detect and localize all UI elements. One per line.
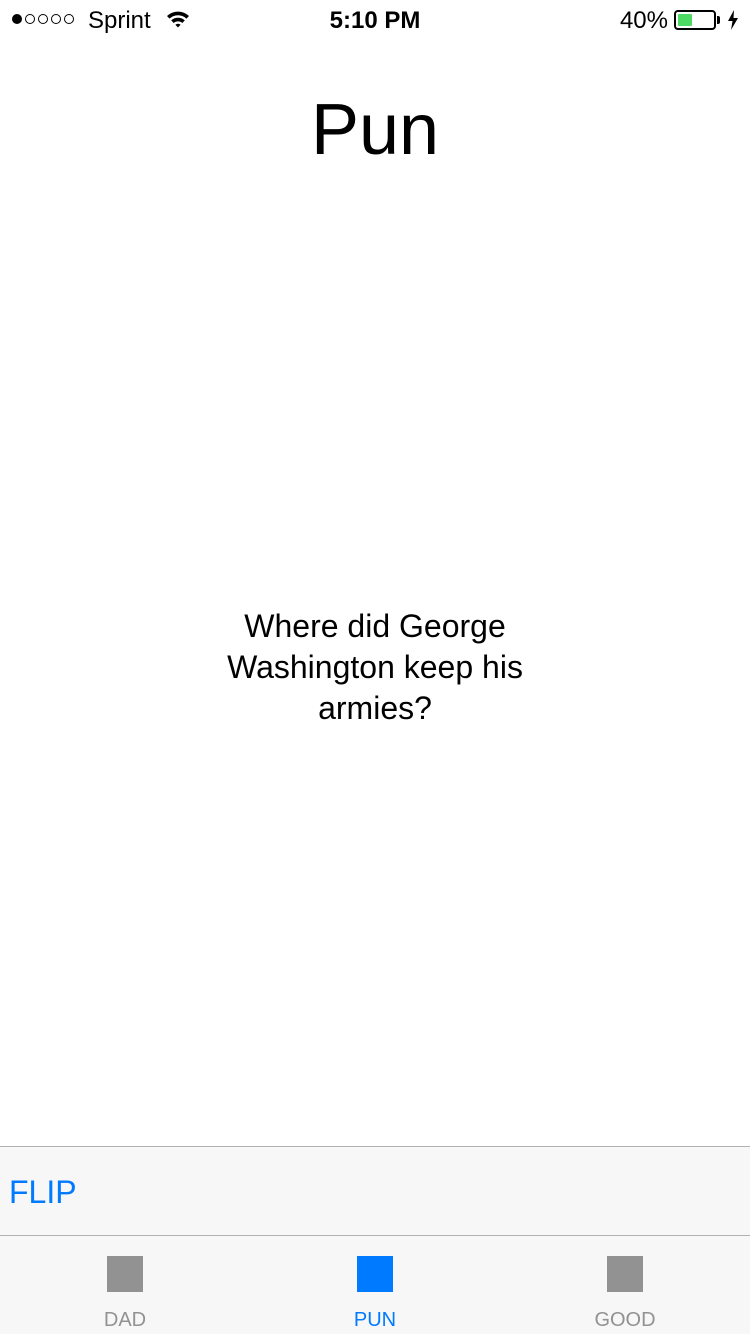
charging-bolt-icon	[728, 10, 738, 30]
tab-label: PUN	[353, 1309, 397, 1331]
tab-label: DAD	[103, 1309, 147, 1331]
tab-pun[interactable]: PUN	[250, 1236, 500, 1334]
status-bar: Sprint 5:10 PM 40%	[0, 0, 750, 40]
joke-question: Where did George Washington keep his arm…	[227, 608, 523, 726]
square-icon	[107, 1256, 143, 1292]
toolbar: FLIP	[0, 1146, 750, 1235]
tab-bar: DAD PUN GOOD	[0, 1235, 750, 1334]
flip-button[interactable]: FLIP	[9, 1173, 77, 1211]
battery-percent: 40%	[619, 7, 668, 34]
battery-icon	[674, 10, 716, 30]
tab-label: GOOD	[594, 1309, 656, 1331]
tab-good[interactable]: GOOD	[500, 1236, 750, 1334]
page-title: Pun	[310, 90, 440, 171]
square-icon	[607, 1256, 643, 1292]
square-icon	[357, 1256, 393, 1292]
tab-dad[interactable]: DAD	[0, 1236, 250, 1334]
battery-cap	[717, 16, 720, 24]
battery-level-fill	[678, 14, 692, 26]
